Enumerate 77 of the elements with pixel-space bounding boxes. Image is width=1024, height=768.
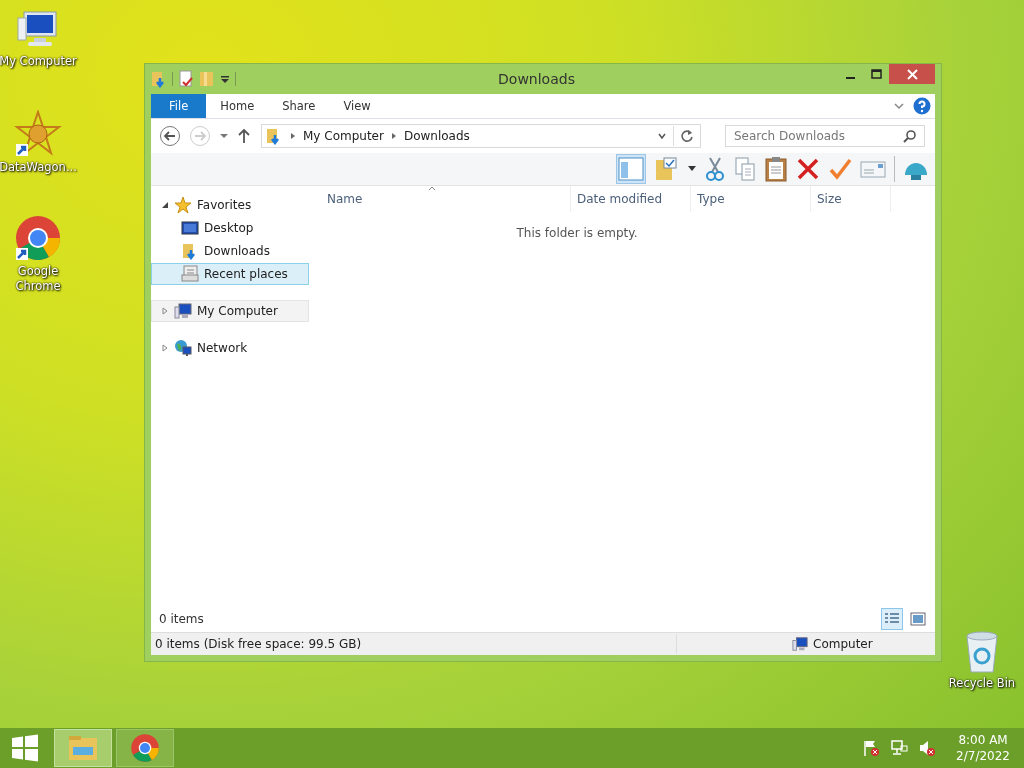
item-count: 0 items: [159, 612, 204, 626]
nav-item[interactable]: Downloads: [151, 240, 309, 262]
delete-icon[interactable]: [796, 157, 820, 181]
desktop-icon: [181, 220, 199, 236]
ribbon-tab[interactable]: Share: [268, 94, 330, 118]
properties-icon[interactable]: [178, 70, 194, 88]
ribbon-tab[interactable]: File: [151, 94, 207, 118]
help-icon[interactable]: [913, 97, 931, 115]
maximize-icon: [870, 69, 882, 79]
chevron-right-icon[interactable]: [289, 132, 297, 140]
chrome-logo-icon: [14, 214, 62, 262]
recent-places-icon: [181, 265, 199, 283]
nav-item[interactable]: Favorites: [151, 194, 309, 216]
clipboard-icon[interactable]: [764, 156, 788, 182]
speaker-muted-icon[interactable]: [918, 739, 937, 757]
column-header[interactable]: Size: [811, 186, 891, 212]
nav-item-label: Recent places: [204, 267, 288, 281]
collapsed-triangle-icon[interactable]: [161, 307, 169, 315]
breadcrumb[interactable]: My Computer: [303, 129, 384, 143]
nav-item-label: My Computer: [197, 304, 278, 318]
shortcut-label: DataWagon...: [0, 160, 78, 175]
folder-icon: [67, 733, 99, 763]
dropdown-caret-icon[interactable]: [220, 74, 230, 84]
ribbon-tab[interactable]: View: [329, 94, 385, 118]
address-bar[interactable]: My Computer Downloads: [261, 124, 701, 148]
chevron-down-icon[interactable]: [657, 131, 667, 141]
taskbar-app-button[interactable]: [116, 729, 174, 767]
window-title: Downloads: [497, 71, 576, 87]
status-text: 0 items (Disk free space: 99.5 GB): [155, 637, 362, 651]
search-field[interactable]: Search Downloads: [725, 125, 925, 147]
nav-item-label: Desktop: [204, 221, 254, 235]
search-icon: [903, 129, 917, 143]
minimize-icon: [845, 76, 855, 79]
pane-layout-icon: [618, 157, 644, 181]
shortcut-label: Recycle Bin: [947, 676, 1017, 691]
location-label: Computer: [813, 637, 873, 651]
computer-icon: [174, 302, 192, 320]
refresh-icon[interactable]: [680, 129, 694, 143]
star-icon: [174, 196, 192, 214]
shortcut-label: Google Chrome: [14, 264, 62, 294]
nav-item[interactable]: My Computer: [151, 300, 309, 322]
ribbon-tab[interactable]: Home: [206, 94, 269, 118]
nav-item-label: Network: [197, 341, 248, 355]
chevron-right-icon[interactable]: [389, 132, 398, 140]
up-arrow-icon[interactable]: [237, 128, 251, 144]
column-header[interactable]: Type: [691, 186, 811, 212]
breadcrumb[interactable]: Downloads: [403, 129, 470, 143]
star-pattern-icon: [14, 110, 62, 158]
nav-item[interactable]: Network: [151, 337, 309, 359]
collapsed-triangle-icon[interactable]: [161, 344, 169, 352]
details-view-button[interactable]: [881, 608, 903, 630]
windows-logo-icon: [11, 734, 39, 762]
folder-options-icon[interactable]: [654, 156, 680, 182]
expanded-triangle-icon[interactable]: [161, 201, 169, 209]
column-header[interactable]: Name: [309, 186, 571, 212]
network-status-icon[interactable]: [890, 739, 909, 757]
close-icon: [906, 68, 918, 80]
network-icon: [174, 339, 192, 357]
checkmark-icon[interactable]: [828, 157, 852, 181]
dropdown-caret-icon[interactable]: [688, 166, 696, 172]
flag-warning-icon[interactable]: [862, 739, 881, 757]
image-icon: [910, 612, 926, 626]
envelope-icon[interactable]: [860, 159, 886, 179]
computer-icon: [791, 636, 809, 652]
column-header[interactable]: Date modified: [571, 186, 691, 212]
nav-item-label: Favorites: [197, 198, 252, 212]
nav-item-label: Downloads: [204, 244, 270, 258]
nav-item[interactable]: Recent places: [151, 263, 309, 285]
shortcut-label: My Computer: [0, 54, 78, 69]
downloads-folder-icon[interactable]: [151, 70, 167, 88]
empty-folder-message: This folder is empty.: [516, 226, 638, 240]
nav-item[interactable]: Desktop: [151, 217, 309, 239]
close-button[interactable]: [889, 64, 935, 84]
chrome-logo-icon: [130, 733, 160, 763]
list-icon: [884, 612, 900, 626]
scissors-icon[interactable]: [704, 156, 726, 182]
chevron-down-icon[interactable]: [893, 101, 905, 111]
